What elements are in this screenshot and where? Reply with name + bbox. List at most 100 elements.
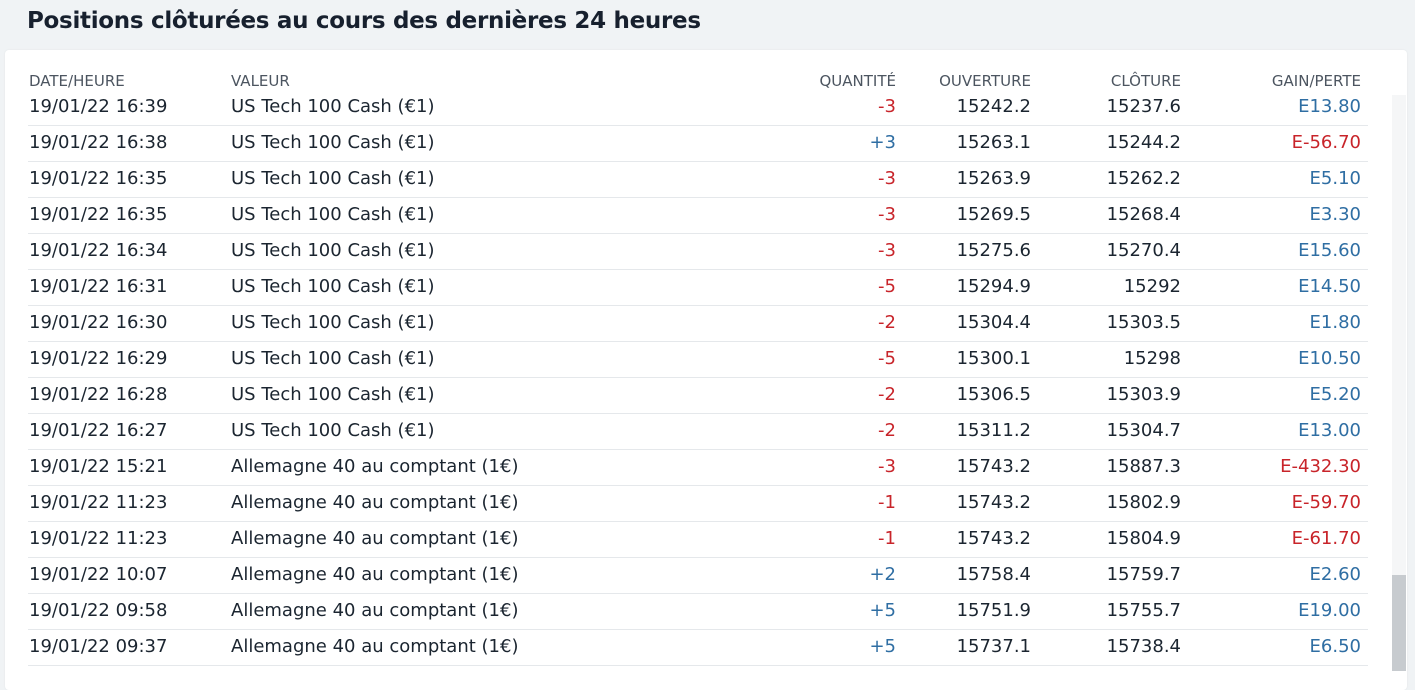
position-profit-loss: E13.00 — [1298, 420, 1361, 441]
position-open-price: 15242.2 — [956, 96, 1031, 117]
table-row[interactable]: 19/01/22 09:37 Allemagne 40 au comptant (… — [0, 630, 1415, 666]
position-profit-loss: E2.60 — [1309, 564, 1361, 585]
position-instrument: US Tech 100 Cash (€1) — [231, 240, 435, 261]
position-quantity: -2 — [878, 312, 896, 333]
position-quantity: -5 — [878, 276, 896, 297]
position-open-price: 15743.2 — [956, 456, 1031, 477]
position-profit-loss: E14.50 — [1298, 276, 1361, 297]
position-open-price: 15751.9 — [956, 600, 1031, 621]
position-open-price: 15758.4 — [956, 564, 1031, 585]
position-open-price: 15743.2 — [956, 492, 1031, 513]
position-instrument: Allemagne 40 au comptant (1€) — [231, 636, 519, 657]
table-row[interactable]: 19/01/22 11:23 Allemagne 40 au comptant (… — [0, 522, 1415, 558]
position-quantity: -2 — [878, 384, 896, 405]
table-row[interactable]: 19/01/22 16:27 US Tech 100 Cash (€1) -2 153… — [0, 414, 1415, 450]
position-close-price: 15262.2 — [1106, 168, 1181, 189]
position-date: 19/01/22 16:30 — [29, 312, 168, 333]
position-close-price: 15304.7 — [1106, 420, 1181, 441]
position-date: 19/01/22 10:07 — [29, 564, 168, 585]
table-row[interactable]: 19/01/22 16:38 US Tech 100 Cash (€1) +3 152… — [0, 126, 1415, 162]
position-date: 19/01/22 16:38 — [29, 132, 168, 153]
position-profit-loss: E3.30 — [1309, 204, 1361, 225]
table-row[interactable]: 19/01/22 09:58 Allemagne 40 au comptant (… — [0, 594, 1415, 630]
position-profit-loss: E-56.70 — [1291, 132, 1361, 153]
position-close-price: 15292 — [1123, 276, 1181, 297]
table-row[interactable]: 19/01/22 11:23 Allemagne 40 au comptant (… — [0, 486, 1415, 522]
position-open-price: 15294.9 — [956, 276, 1031, 297]
table-row[interactable]: 19/01/22 16:29 US Tech 100 Cash (€1) -5 153… — [0, 342, 1415, 378]
position-close-price: 15237.6 — [1106, 96, 1181, 117]
position-date: 19/01/22 16:29 — [29, 348, 168, 369]
position-close-price: 15244.2 — [1106, 132, 1181, 153]
position-close-price: 15303.9 — [1106, 384, 1181, 405]
table-row[interactable]: 19/01/22 16:30 US Tech 100 Cash (€1) -2 153… — [0, 306, 1415, 342]
position-profit-loss: E13.80 — [1298, 96, 1361, 117]
position-instrument: US Tech 100 Cash (€1) — [231, 96, 435, 117]
position-open-price: 15263.9 — [956, 168, 1031, 189]
position-quantity: -3 — [878, 456, 896, 477]
table-row[interactable]: 19/01/22 16:35 US Tech 100 Cash (€1) -3 152… — [0, 198, 1415, 234]
position-quantity: +2 — [869, 564, 896, 585]
position-open-price: 15269.5 — [956, 204, 1031, 225]
position-close-price: 15755.7 — [1106, 600, 1181, 621]
table-row[interactable]: 19/01/22 16:35 US Tech 100 Cash (€1) -3 152… — [0, 162, 1415, 198]
scrollbar-thumb[interactable] — [1392, 575, 1406, 671]
position-date: 19/01/22 16:39 — [29, 96, 168, 117]
column-header-profit-loss[interactable]: GAIN/PERTE — [1272, 72, 1361, 90]
position-close-price: 15804.9 — [1106, 528, 1181, 549]
position-close-price: 15298 — [1123, 348, 1181, 369]
position-date: 19/01/22 16:35 — [29, 204, 168, 225]
table-row[interactable]: 19/01/22 15:21 Allemagne 40 au comptant (… — [0, 450, 1415, 486]
position-open-price: 15737.1 — [956, 636, 1031, 657]
position-instrument: Allemagne 40 au comptant (1€) — [231, 564, 519, 585]
position-instrument: Allemagne 40 au comptant (1€) — [231, 456, 519, 477]
position-profit-loss: E19.00 — [1298, 600, 1361, 621]
column-header-date[interactable]: DATE/HEURE — [29, 72, 125, 90]
table-scrollbar[interactable] — [1392, 95, 1406, 671]
position-profit-loss: E15.60 — [1298, 240, 1361, 261]
position-date: 19/01/22 09:58 — [29, 600, 168, 621]
column-header-open[interactable]: OUVERTURE — [939, 72, 1031, 90]
table-row[interactable]: 19/01/22 10:07 Allemagne 40 au comptant (… — [0, 558, 1415, 594]
position-date: 19/01/22 11:23 — [29, 528, 168, 549]
position-quantity: -2 — [878, 420, 896, 441]
table-row[interactable]: 19/01/22 16:39 US Tech 100 Cash (€1) -3 152… — [0, 90, 1415, 126]
table-row[interactable]: 19/01/22 16:31 US Tech 100 Cash (€1) -5 152… — [0, 270, 1415, 306]
position-profit-loss: E-59.70 — [1291, 492, 1361, 513]
positions-table-body: 19/01/22 16:39 US Tech 100 Cash (€1) -3 152… — [0, 90, 1415, 666]
table-row[interactable]: 19/01/22 16:28 US Tech 100 Cash (€1) -2 153… — [0, 378, 1415, 414]
position-instrument: Allemagne 40 au comptant (1€) — [231, 600, 519, 621]
column-header-quantity[interactable]: QUANTITÉ — [820, 72, 897, 90]
position-quantity: -3 — [878, 96, 896, 117]
position-close-price: 15268.4 — [1106, 204, 1181, 225]
position-open-price: 15311.2 — [956, 420, 1031, 441]
position-instrument: US Tech 100 Cash (€1) — [231, 420, 435, 441]
position-open-price: 15304.4 — [956, 312, 1031, 333]
position-profit-loss: E-61.70 — [1291, 528, 1361, 549]
position-close-price: 15759.7 — [1106, 564, 1181, 585]
position-profit-loss: E5.20 — [1309, 384, 1361, 405]
position-date: 19/01/22 11:23 — [29, 492, 168, 513]
table-row[interactable]: 19/01/22 16:34 US Tech 100 Cash (€1) -3 152… — [0, 234, 1415, 270]
position-close-price: 15887.3 — [1106, 456, 1181, 477]
position-date: 19/01/22 16:35 — [29, 168, 168, 189]
position-quantity: +5 — [869, 636, 896, 657]
position-profit-loss: E1.80 — [1309, 312, 1361, 333]
position-close-price: 15738.4 — [1106, 636, 1181, 657]
position-close-price: 15802.9 — [1106, 492, 1181, 513]
column-header-value[interactable]: VALEUR — [231, 72, 290, 90]
position-instrument: US Tech 100 Cash (€1) — [231, 348, 435, 369]
position-open-price: 15306.5 — [956, 384, 1031, 405]
column-header-close[interactable]: CLÔTURE — [1111, 72, 1181, 90]
position-open-price: 15743.2 — [956, 528, 1031, 549]
position-quantity: -3 — [878, 168, 896, 189]
position-date: 19/01/22 16:34 — [29, 240, 168, 261]
position-profit-loss: E5.10 — [1309, 168, 1361, 189]
position-instrument: US Tech 100 Cash (€1) — [231, 168, 435, 189]
position-close-price: 15270.4 — [1106, 240, 1181, 261]
position-profit-loss: E-432.30 — [1280, 456, 1361, 477]
position-quantity: -3 — [878, 240, 896, 261]
position-profit-loss: E6.50 — [1309, 636, 1361, 657]
position-quantity: -3 — [878, 204, 896, 225]
position-quantity: -5 — [878, 348, 896, 369]
